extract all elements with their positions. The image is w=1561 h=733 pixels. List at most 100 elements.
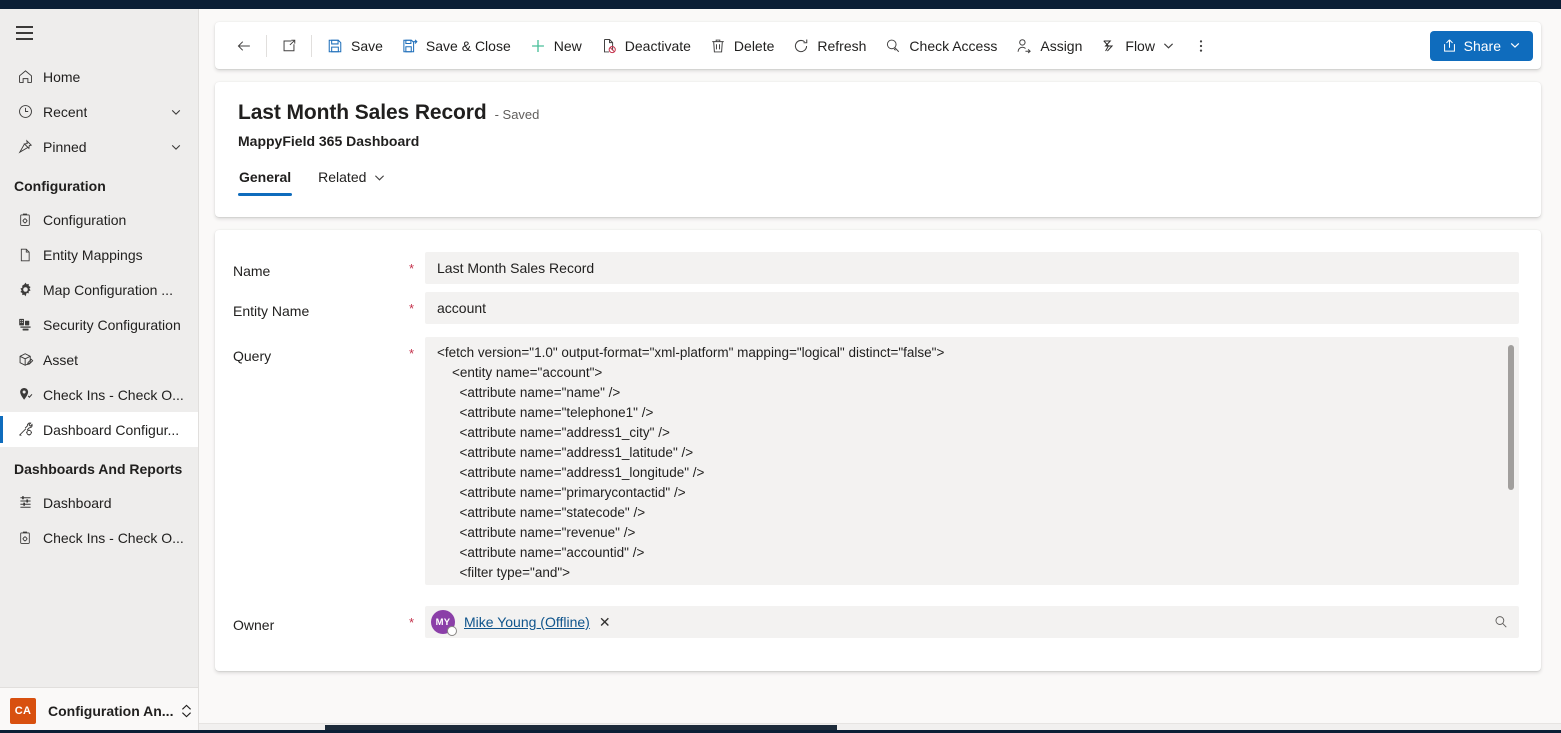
save-button[interactable]: Save [317, 29, 392, 63]
app-badge: CA [10, 697, 36, 724]
required-marker: * [409, 346, 415, 361]
sidebar-item-security-configuration[interactable]: Security Configuration [0, 307, 198, 342]
more-commands-button[interactable] [1184, 29, 1218, 63]
sidebar-item-pinned[interactable]: Pinned [0, 129, 198, 164]
owner-chip[interactable]: MY Mike Young (Offline) ✕ [429, 609, 617, 636]
chevron-down-icon[interactable] [1162, 39, 1175, 52]
field-row-entity-name: Entity Name * account [215, 292, 1541, 324]
tab-label: Related [318, 169, 367, 185]
sidebar-item-label: Home [43, 68, 81, 85]
record-header: Last Month Sales Record - Saved MappyFie… [215, 82, 1541, 217]
more-vertical-icon [1192, 37, 1210, 55]
dashboard-icon [14, 493, 36, 513]
close-icon[interactable]: ✕ [599, 615, 611, 629]
save-icon [326, 37, 344, 55]
sidebar-item-map-configuration[interactable]: Map Configuration ... [0, 272, 198, 307]
key-icon [884, 37, 902, 55]
sidebar-item-label: Entity Mappings [43, 246, 143, 263]
tab-label: General [239, 169, 292, 185]
divider [311, 34, 312, 57]
open-new-window-button[interactable] [272, 29, 306, 63]
refresh-button[interactable]: Refresh [783, 29, 875, 63]
security-icon [14, 315, 36, 335]
clock-icon [14, 102, 36, 122]
entity-name-input[interactable]: account [425, 292, 1519, 324]
assign-button[interactable]: Assign [1006, 29, 1091, 63]
query-textarea[interactable]: <fetch version="1.0" output-format="xml-… [425, 337, 1519, 585]
refresh-icon [792, 37, 810, 55]
save-and-close-label: Save & Close [425, 37, 511, 54]
sidebar: Home Recent Pinned Configuration Configu… [0, 9, 199, 733]
chevron-down-icon[interactable] [1509, 39, 1522, 52]
main-content: Save Save & Close New Deactivate Delete … [199, 9, 1561, 733]
hamburger-icon[interactable] [2, 13, 46, 53]
name-input[interactable]: Last Month Sales Record [425, 252, 1519, 284]
sidebar-item-label: Check Ins - Check O... [43, 386, 184, 403]
chevron-updown-icon[interactable] [180, 703, 193, 719]
new-button[interactable]: New [520, 29, 591, 63]
deactivate-icon [600, 37, 618, 55]
record-title-row: Last Month Sales Record - Saved [238, 101, 1541, 125]
save-and-close-button[interactable]: Save & Close [392, 29, 520, 63]
sidebar-item-entity-mappings[interactable]: Entity Mappings [0, 237, 198, 272]
field-control-owner: MY Mike Young (Offline) ✕ [425, 606, 1541, 638]
chevron-down-icon[interactable] [170, 141, 182, 153]
sidebar-item-check-ins-report[interactable]: Check Ins - Check O... [0, 520, 198, 555]
query-text: <fetch version="1.0" output-format="xml-… [437, 345, 945, 580]
sidebar-item-dashboard[interactable]: Dashboard [0, 485, 198, 520]
sidebar-group-title-configuration: Configuration [14, 178, 106, 194]
pin-icon [14, 137, 36, 157]
field-control-name: Last Month Sales Record [425, 252, 1541, 284]
owner-name-link[interactable]: Mike Young (Offline) [464, 614, 590, 630]
page-title: Last Month Sales Record [238, 101, 487, 124]
sidebar-item-recent[interactable]: Recent [0, 94, 198, 129]
deactivate-button[interactable]: Deactivate [591, 29, 700, 63]
tab-related[interactable]: Related [317, 164, 387, 196]
lookup-search-icon[interactable] [1493, 614, 1509, 630]
refresh-label: Refresh [817, 37, 867, 54]
box-pen-icon [14, 350, 36, 370]
share-button[interactable]: Share [1429, 30, 1533, 61]
plus-icon [529, 37, 547, 55]
check-access-button[interactable]: Check Access [875, 29, 1006, 63]
field-label-owner: Owner [233, 617, 275, 633]
required-marker: * [409, 261, 415, 276]
sidebar-group-title-dashboards-and-reports: Dashboards And Reports [14, 461, 183, 477]
clipboard-gear-icon [14, 528, 36, 548]
form-panel: Name * Last Month Sales Record Entity Na… [215, 230, 1541, 671]
sidebar-item-label: Map Configuration ... [43, 281, 173, 298]
field-row-name: Name * Last Month Sales Record [215, 252, 1541, 284]
field-row-query: Query * <fetch version="1.0" output-form… [215, 337, 1541, 585]
avatar: MY [431, 610, 457, 636]
chevron-down-icon[interactable] [170, 106, 182, 118]
sidebar-item-label: Pinned [43, 138, 87, 155]
field-label-entity-name: Entity Name [233, 303, 310, 319]
sidebar-item-check-ins-check-out[interactable]: Check Ins - Check O... [0, 377, 198, 412]
map-pin-check-icon [14, 385, 36, 405]
query-scrollbar[interactable] [1508, 345, 1514, 577]
app-switcher-label: Configuration An... [48, 702, 174, 719]
avatar-initials: MY [435, 616, 451, 628]
share-label: Share [1463, 37, 1501, 54]
chevron-down-icon[interactable] [373, 171, 386, 184]
share-icon [1441, 37, 1458, 54]
query-scrollbar-thumb[interactable] [1508, 345, 1514, 490]
sidebar-item-asset[interactable]: Asset [0, 342, 198, 377]
back-button[interactable] [227, 29, 261, 63]
app-switcher[interactable]: CA Configuration An... [0, 687, 198, 733]
required-marker: * [409, 615, 415, 630]
arrow-left-icon [235, 37, 253, 55]
sidebar-item-home[interactable]: Home [0, 59, 198, 94]
sidebar-item-configuration[interactable]: Configuration [0, 202, 198, 237]
owner-lookup-input[interactable]: MY Mike Young (Offline) ✕ [425, 606, 1519, 638]
document-icon [14, 245, 36, 265]
flow-button[interactable]: Flow [1091, 29, 1184, 63]
delete-button[interactable]: Delete [700, 29, 783, 63]
save-close-icon [401, 37, 419, 55]
wrench-gear-icon [14, 420, 36, 440]
sidebar-item-dashboard-configuration[interactable]: Dashboard Configur... [0, 412, 198, 447]
field-row-owner: Owner * MY Mike Young (Offline) ✕ [215, 606, 1541, 638]
tab-general[interactable]: General [238, 164, 293, 196]
sidebar-item-label: Configuration [43, 211, 127, 228]
field-control-entity-name: account [425, 292, 1541, 324]
